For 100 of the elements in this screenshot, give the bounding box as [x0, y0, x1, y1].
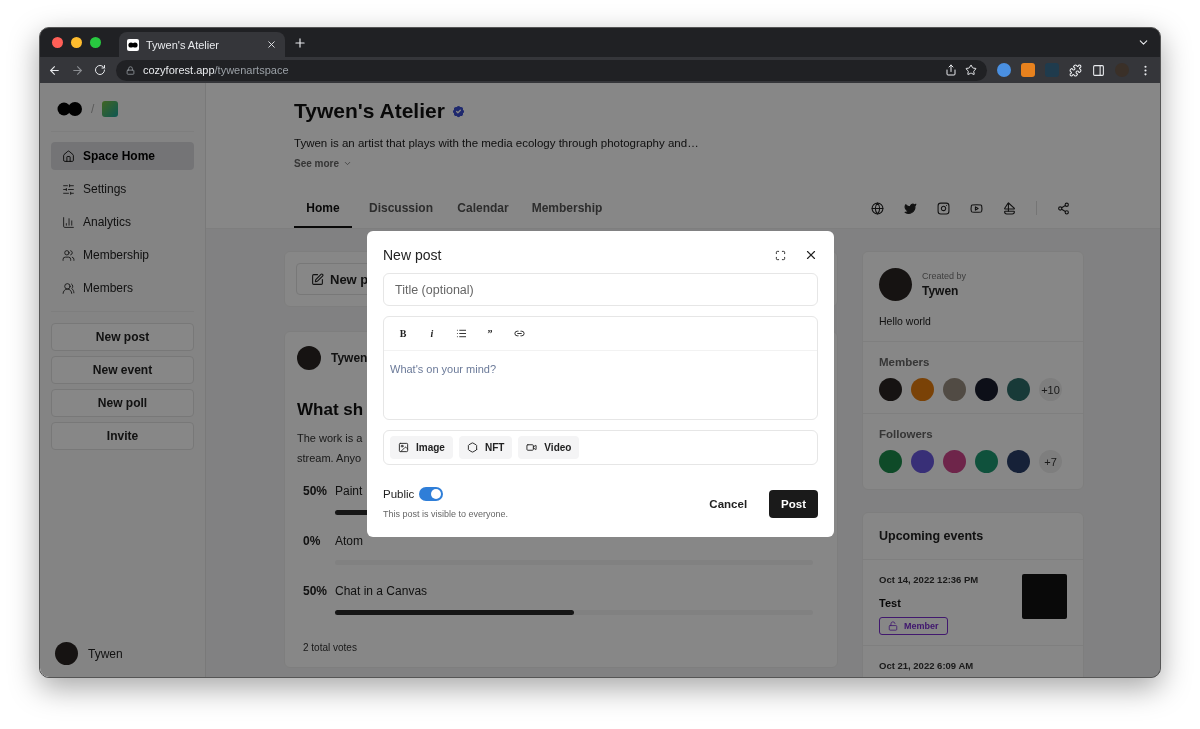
visibility-note: This post is visible to everyone. — [383, 509, 510, 519]
attach-button[interactable]: NFT — [458, 436, 513, 459]
space-description: Tywen is an artist that plays with the media ecology through photography and… — [294, 137, 700, 149]
sidebar-item[interactable]: Members — [51, 274, 194, 302]
sidebar-item[interactable]: Analytics — [51, 208, 194, 236]
post-editor-field[interactable]: B i ” What's on your mind? — [383, 316, 818, 420]
title-input-field[interactable]: Title (optional) — [383, 273, 818, 306]
option-percent: 0% — [302, 534, 322, 550]
public-toggle[interactable] — [419, 487, 444, 501]
extension-icon[interactable] — [997, 63, 1011, 77]
creator-name[interactable]: Tywen — [922, 283, 959, 298]
bold-format-button[interactable]: B — [393, 323, 413, 344]
avatar[interactable] — [911, 450, 934, 473]
camera-icon[interactable] — [937, 201, 950, 215]
forward-icon[interactable] — [71, 63, 84, 77]
space-title: Tywen's Atelier — [294, 99, 445, 123]
link-icon — [513, 328, 525, 339]
cancel-button[interactable]: Cancel — [703, 497, 754, 511]
globe-icon[interactable] — [871, 201, 884, 215]
close-window-button[interactable] — [52, 37, 63, 48]
quote-format-button[interactable]: ” — [480, 323, 500, 344]
sidebar-item[interactable]: Settings — [51, 175, 194, 203]
events-title: Upcoming events — [863, 513, 1083, 560]
image-icon — [398, 442, 409, 453]
avatar[interactable] — [879, 378, 902, 401]
option-label: Chat in a Canvas — [335, 584, 428, 600]
more-count[interactable]: +7 — [1039, 450, 1062, 473]
public-label: Public — [383, 488, 415, 500]
address-field[interactable]: cozyforest.app/tywenartspace — [116, 59, 987, 81]
close-icon[interactable] — [804, 248, 818, 262]
hexagon-icon — [466, 442, 478, 453]
avatar[interactable] — [879, 450, 902, 473]
avatar[interactable] — [1007, 378, 1030, 401]
boat-icon[interactable] — [1003, 201, 1016, 215]
lock-icon — [126, 65, 135, 75]
option-label: Paint — [335, 484, 363, 500]
event-name[interactable]: Test — [879, 597, 979, 609]
bar-chart-icon — [62, 215, 75, 229]
post-button[interactable]: Post — [769, 490, 818, 518]
attach-button[interactable]: Video — [518, 436, 580, 459]
tab[interactable]: Home — [294, 201, 352, 228]
dialog-title: New post — [383, 247, 443, 263]
close-tab-icon[interactable] — [266, 39, 277, 50]
tab[interactable]: Discussion — [352, 201, 450, 228]
creator-bio: Hello world — [879, 315, 932, 327]
users-icon — [62, 248, 75, 262]
share-icon[interactable] — [945, 64, 957, 76]
option-label: Atom — [335, 534, 363, 550]
sidebar-item[interactable]: Membership — [51, 241, 194, 269]
logo-icon — [57, 102, 83, 116]
avatar[interactable] — [975, 450, 998, 473]
sidebar-item[interactable]: Space Home — [51, 142, 194, 170]
sidebar-action-button[interactable]: New post — [51, 323, 194, 351]
chevron-down-icon — [343, 159, 353, 168]
expand-icon[interactable] — [775, 249, 786, 261]
unlocked-padlock-icon — [888, 621, 898, 631]
avatar[interactable] — [943, 450, 966, 473]
member-badge: Member — [879, 617, 948, 635]
list-icon — [455, 328, 467, 339]
zoom-window-button[interactable] — [90, 37, 101, 48]
section-title: Followers — [879, 428, 934, 440]
home-icon — [62, 149, 75, 163]
breadcrumb-separator: / — [91, 102, 95, 116]
event-date: Oct 14, 2022 12:36 PM — [879, 574, 979, 585]
avatar[interactable] — [975, 378, 998, 401]
option-percent: 50% — [302, 584, 329, 600]
bookmark-star-icon[interactable] — [965, 64, 977, 76]
new-tab-icon[interactable] — [293, 35, 307, 50]
created-by-label: Created by — [922, 270, 967, 281]
user-name: Tywen — [88, 646, 123, 661]
reload-icon[interactable] — [94, 64, 106, 76]
italic-format-button[interactable]: i — [422, 323, 442, 344]
tab[interactable]: Membership — [516, 201, 618, 228]
vote-count: 2 total votes — [303, 642, 358, 653]
sidebar-action-button[interactable]: Invite — [51, 422, 194, 450]
browser-tab[interactable]: Tywen's Atelier — [119, 32, 285, 57]
play-icon[interactable] — [970, 201, 983, 215]
extensions-puzzle-icon[interactable] — [1069, 63, 1082, 77]
poll-description: The work is a — [297, 431, 363, 446]
sidebar-action-button[interactable]: New poll — [51, 389, 194, 417]
more-count[interactable]: +10 — [1039, 378, 1062, 401]
see-more-link[interactable]: See more — [294, 158, 353, 169]
photo-placeholder — [1022, 574, 1067, 619]
back-icon[interactable] — [48, 63, 61, 77]
creator-avatar[interactable] — [879, 268, 912, 301]
attach-button[interactable]: Image — [390, 436, 453, 459]
side-panel-icon[interactable] — [1092, 63, 1105, 77]
option-percent: 50% — [302, 484, 329, 500]
author-avatar[interactable] — [297, 346, 321, 370]
edit-icon — [311, 272, 324, 286]
section-title: Members — [879, 356, 931, 368]
sidebar-action-button[interactable]: New event — [51, 356, 194, 384]
minimize-window-button[interactable] — [71, 37, 82, 48]
user-avatar[interactable] — [55, 642, 78, 665]
author-name[interactable]: Tywen — [331, 351, 368, 365]
sliders-icon — [62, 182, 75, 196]
bird-icon[interactable] — [904, 201, 917, 215]
avatar[interactable] — [1007, 450, 1030, 473]
video-camera-icon — [526, 442, 538, 453]
tab[interactable]: Calendar — [450, 201, 516, 228]
